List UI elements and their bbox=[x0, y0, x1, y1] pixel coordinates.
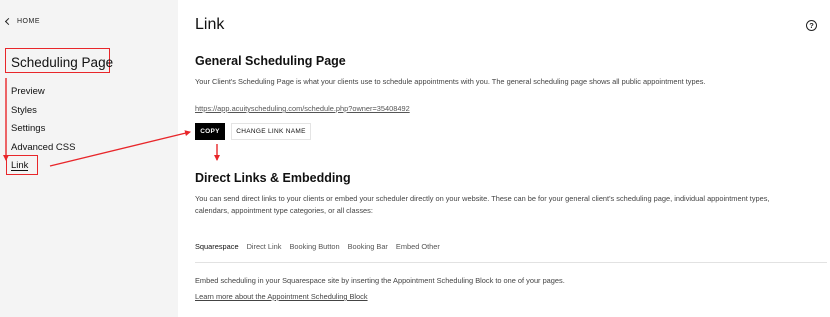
sidebar-item-preview[interactable]: Preview bbox=[11, 86, 75, 105]
help-icon[interactable]: ? bbox=[806, 20, 817, 31]
tab-booking-bar[interactable]: Booking Bar bbox=[348, 242, 388, 251]
change-link-name-button[interactable]: CHANGE LINK NAME bbox=[231, 123, 311, 140]
page-title: Link bbox=[195, 16, 225, 33]
home-link[interactable]: HOME bbox=[4, 17, 40, 26]
general-heading: General Scheduling Page bbox=[195, 54, 346, 68]
learn-more-link[interactable]: Learn more about the Appointment Schedul… bbox=[195, 292, 368, 301]
embed-description: Embed scheduling in your Squarespace sit… bbox=[195, 276, 565, 285]
tab-squarespace[interactable]: Squarespace bbox=[195, 242, 239, 251]
tab-embed-other[interactable]: Embed Other bbox=[396, 242, 440, 251]
annotation-box-link bbox=[6, 155, 38, 175]
main-content: Link ? General Scheduling Page Your Clie… bbox=[178, 0, 830, 317]
scheduling-url-link[interactable]: https://app.acuityscheduling.com/schedul… bbox=[195, 104, 410, 113]
direct-description-line1: You can send direct links to your client… bbox=[195, 194, 770, 203]
direct-heading: Direct Links & Embedding bbox=[195, 171, 351, 185]
chevron-left-icon bbox=[4, 17, 13, 26]
sidebar-item-settings[interactable]: Settings bbox=[11, 123, 75, 142]
sidebar: HOME Scheduling Page Preview Styles Sett… bbox=[0, 0, 178, 317]
sidebar-item-styles[interactable]: Styles bbox=[11, 105, 75, 124]
sidebar-title: Scheduling Page bbox=[11, 55, 114, 70]
copy-button[interactable]: COPY bbox=[195, 123, 225, 140]
tab-direct-link[interactable]: Direct Link bbox=[247, 242, 282, 251]
embed-tabs: Squarespace Direct Link Booking Button B… bbox=[195, 242, 448, 251]
tab-booking-button[interactable]: Booking Button bbox=[289, 242, 339, 251]
home-label: HOME bbox=[17, 18, 40, 25]
direct-description-line2: calendars, appointment type categories, … bbox=[195, 206, 373, 215]
tab-divider bbox=[195, 262, 827, 263]
general-description: Your Client's Scheduling Page is what yo… bbox=[195, 77, 706, 86]
